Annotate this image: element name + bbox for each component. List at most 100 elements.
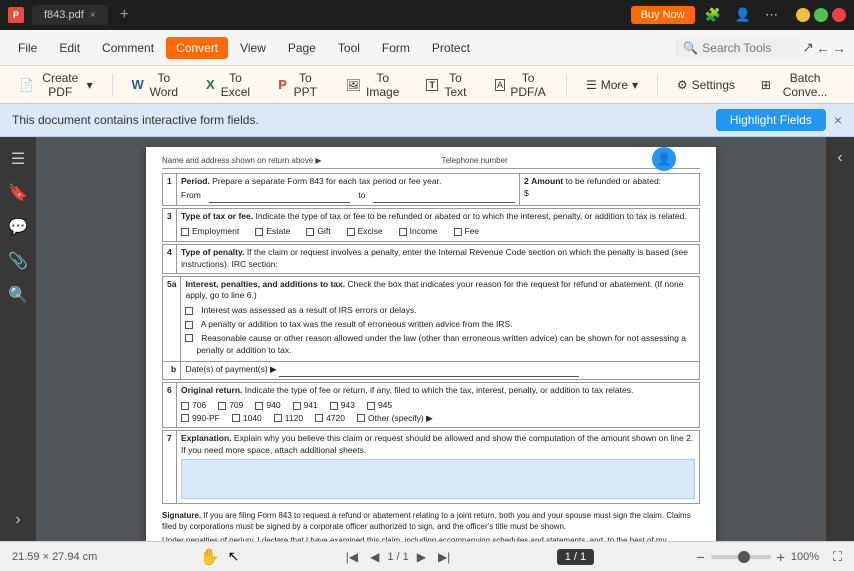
dimensions-text: 21.59 × 27.94 cm xyxy=(12,551,97,563)
menu-bar: File Edit Comment Convert View Page Tool… xyxy=(0,30,854,66)
signature-section: Signature. If you are filing Form 843 to… xyxy=(162,510,700,541)
new-tab-btn[interactable]: + xyxy=(120,6,129,24)
menu-tool[interactable]: Tool xyxy=(328,37,370,59)
nav-controls: |◀ ◀ 1 / 1 ▶ ▶| xyxy=(342,548,455,566)
sidebar-menu-btn[interactable]: ☰ xyxy=(7,145,29,173)
zoom-in-btn[interactable]: + xyxy=(777,549,785,565)
to-word-button[interactable]: W To Word xyxy=(120,66,190,104)
hand-tool-btn[interactable]: ✋ xyxy=(200,547,220,567)
toolbar: 📄 Create PDF ▾ W To Word X To Excel P To… xyxy=(0,66,854,104)
to-ppt-button[interactable]: P To PPT xyxy=(267,66,331,104)
to-image-button[interactable]: 🖼 To Image xyxy=(335,66,412,104)
create-pdf-button[interactable]: 📄 Create PDF ▾ xyxy=(8,66,104,104)
first-page-btn[interactable]: |◀ xyxy=(342,548,362,566)
menu-file[interactable]: File xyxy=(8,37,47,59)
next-page-btn[interactable]: ▶ xyxy=(413,548,430,566)
menu-view[interactable]: View xyxy=(230,37,276,59)
document-area: 👤 Name and address shown on return above… xyxy=(36,137,826,541)
zoom-out-btn[interactable]: − xyxy=(696,549,704,565)
title-bar: P f843.pdf × + Buy Now 🧩 👤 ⋯ xyxy=(0,0,854,30)
sidebar-search-btn[interactable]: 🔍 xyxy=(4,281,32,309)
user-avatar: 👤 xyxy=(652,147,676,171)
explanation-box[interactable] xyxy=(181,459,695,499)
select-tool-btn[interactable]: ↖ xyxy=(228,548,240,565)
right-sidebar-collapse-btn[interactable]: ‹ xyxy=(833,145,846,171)
ppt-icon: P xyxy=(278,77,287,92)
info-bar: This document contains interactive form … xyxy=(0,104,854,137)
left-sidebar: ☰ 🔖 💬 📎 🔍 › xyxy=(0,137,36,541)
more-icon[interactable]: ⋯ xyxy=(761,5,782,25)
more-icon: ☰ xyxy=(586,78,597,92)
to-pdfa-button[interactable]: A To PDF/A xyxy=(484,66,558,104)
row-7-table: 7 Explanation. Explain why you believe t… xyxy=(162,430,700,504)
create-pdf-icon: 📄 xyxy=(19,78,34,92)
text-icon: T xyxy=(426,79,438,91)
forward-icon[interactable]: → xyxy=(832,40,846,56)
settings-icon: ⚙ xyxy=(677,78,688,92)
page-number: 1 / 1 xyxy=(387,551,408,563)
row-4-table: 4 Type of penalty. If the claim or reque… xyxy=(162,244,700,274)
menu-convert[interactable]: Convert xyxy=(166,37,228,59)
pdf-page: Name and address shown on return above ▶… xyxy=(146,147,716,541)
sidebar-attachment-btn[interactable]: 📎 xyxy=(4,247,32,275)
close-button[interactable] xyxy=(832,8,846,22)
menu-form[interactable]: Form xyxy=(372,37,420,59)
period-label: Period. xyxy=(181,176,210,186)
page-shadow: 👤 Name and address shown on return above… xyxy=(146,147,716,531)
external-link-icon[interactable]: ↗ xyxy=(802,39,814,56)
zoom-controls: − + 100% ⛶ xyxy=(696,549,841,565)
menu-comment[interactable]: Comment xyxy=(92,37,164,59)
title-bar-left: P f843.pdf × + xyxy=(8,5,631,25)
minimize-button[interactable] xyxy=(796,8,810,22)
word-icon: W xyxy=(131,77,143,92)
form-content: Name and address shown on return above ▶… xyxy=(162,155,700,541)
bottom-bar: 21.59 × 27.94 cm ✋ ↖ |◀ ◀ 1 / 1 ▶ ▶| 1 /… xyxy=(0,541,854,571)
zoom-thumb xyxy=(738,551,750,563)
prev-page-btn[interactable]: ◀ xyxy=(366,548,383,566)
image-icon: 🖼 xyxy=(346,78,361,92)
maximize-button[interactable] xyxy=(814,8,828,22)
batch-convert-button[interactable]: ⊞ Batch Conve... xyxy=(750,66,846,104)
menu-page[interactable]: Page xyxy=(278,37,326,59)
buy-now-button[interactable]: Buy Now xyxy=(631,6,695,24)
main-area: ☰ 🔖 💬 📎 🔍 › 👤 Name and address shown on … xyxy=(0,137,854,541)
sidebar-bookmark-btn[interactable]: 🔖 xyxy=(4,179,32,207)
cursor-tools: ✋ ↖ xyxy=(200,547,240,567)
tab-filename: f843.pdf xyxy=(44,9,84,21)
zoom-slider[interactable] xyxy=(711,555,771,559)
batch-icon: ⊞ xyxy=(761,78,771,92)
window-controls xyxy=(796,8,846,22)
excel-icon: X xyxy=(206,77,215,92)
separator-2 xyxy=(566,74,567,96)
row-5a-table: 5a Interest, penalties, and additions to… xyxy=(162,276,700,380)
sidebar-comment-btn[interactable]: 💬 xyxy=(4,213,32,241)
app-icon: P xyxy=(8,7,24,23)
info-close-button[interactable]: × xyxy=(834,112,842,128)
extension-icon[interactable]: 🧩 xyxy=(701,5,725,25)
menu-edit[interactable]: Edit xyxy=(49,37,90,59)
page-indicator-badge: 1 / 1 xyxy=(557,549,594,565)
more-button[interactable]: ☰ More ▾ xyxy=(575,73,649,97)
to-excel-button[interactable]: X To Excel xyxy=(195,66,263,104)
pdfa-icon: A xyxy=(495,79,505,91)
separator-3 xyxy=(657,74,658,96)
tab-close-btn[interactable]: × xyxy=(90,10,96,21)
settings-button[interactable]: ⚙ Settings xyxy=(666,73,746,97)
dropdown-icon: ▾ xyxy=(87,78,93,92)
sidebar-collapse-btn[interactable]: › xyxy=(11,507,24,533)
fullscreen-btn[interactable]: ⛶ xyxy=(833,549,842,565)
back-icon[interactable]: ← xyxy=(816,40,830,56)
highlight-fields-button[interactable]: Highlight Fields xyxy=(716,109,826,131)
right-sidebar: ‹ xyxy=(826,137,854,541)
menu-protect[interactable]: Protect xyxy=(422,37,480,59)
row-1-2-table: 1 Period. Prepare a separate Form 843 fo… xyxy=(162,173,700,206)
header-text: Name and address shown on return above ▶… xyxy=(162,155,700,169)
more-dropdown-icon: ▾ xyxy=(632,78,638,92)
separator xyxy=(112,74,113,96)
search-input[interactable] xyxy=(702,41,792,55)
to-text-button[interactable]: T To Text xyxy=(415,66,480,104)
account-icon[interactable]: 👤 xyxy=(731,5,755,25)
document-tab[interactable]: f843.pdf × xyxy=(32,5,108,25)
last-page-btn[interactable]: ▶| xyxy=(434,548,454,566)
row-6-table: 6 Original return. Indicate the type of … xyxy=(162,382,700,429)
